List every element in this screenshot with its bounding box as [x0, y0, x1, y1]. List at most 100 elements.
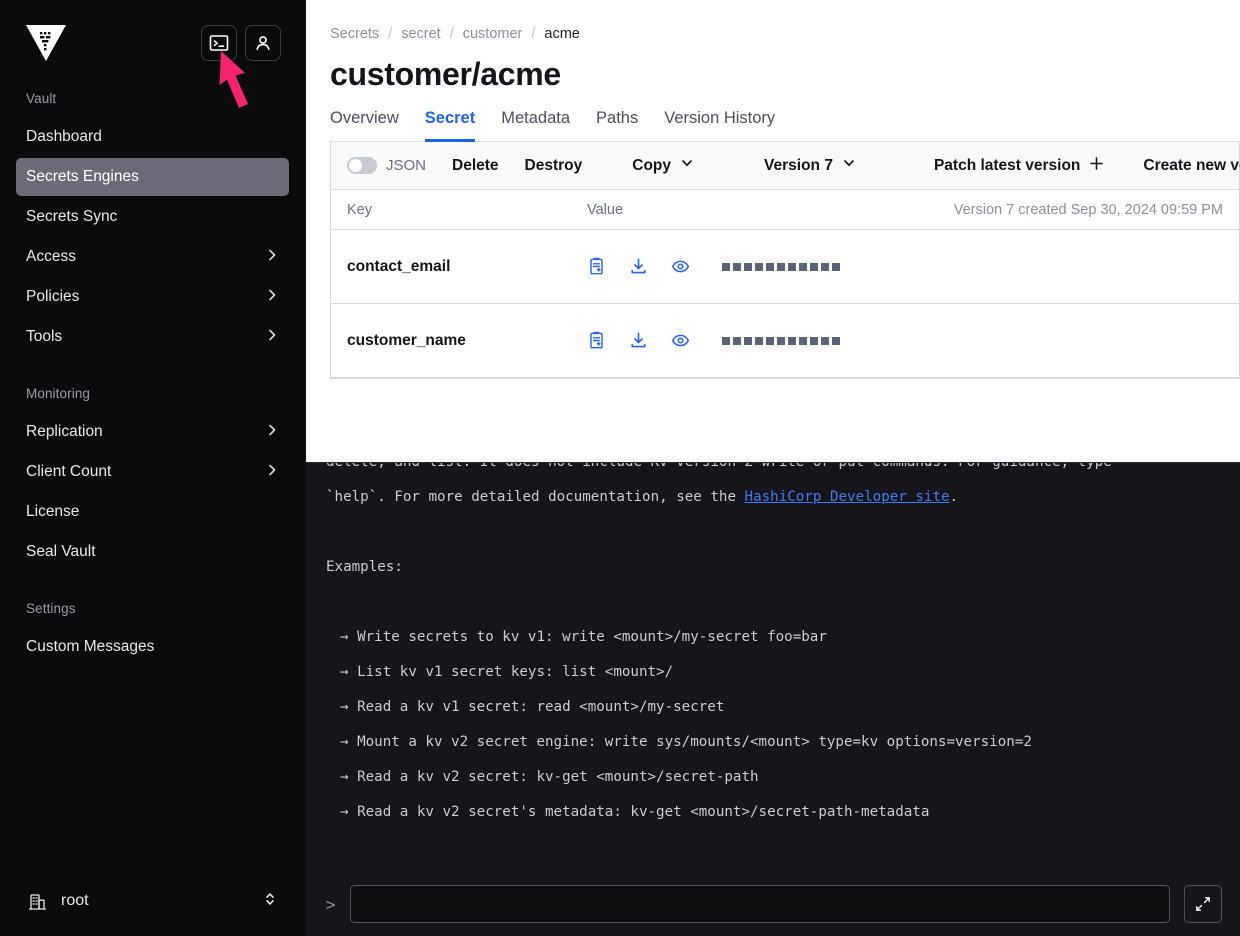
table-row: customer_name [331, 304, 1239, 378]
sidebar-item-client-count[interactable]: Client Count [16, 453, 289, 491]
sidebar-section-label-vault: Vault [26, 91, 57, 106]
sidebar-item-label: Dashboard [26, 128, 102, 145]
console-toggle-button[interactable] [201, 24, 237, 61]
version-created-info: Version 7 created Sep 30, 2024 09:59 PM [953, 201, 1223, 218]
console-example-line: → Read a kv v1 secret: read <mount>/my-s… [340, 699, 725, 715]
namespace-label: root [61, 892, 89, 909]
masked-value [722, 262, 840, 271]
sidebar-item-license[interactable]: License [16, 493, 289, 531]
console-example-line: → Read a kv v2 secret's metadata: kv-get… [340, 804, 930, 820]
sidebar-item-policies[interactable]: Policies [16, 278, 289, 316]
sidebar-item-replication[interactable]: Replication [16, 413, 289, 451]
column-header-value: Value [587, 201, 624, 218]
breadcrumb: Secrets / secret / customer / acme [306, 0, 1240, 42]
column-header-key: Key [347, 201, 372, 218]
download-icon[interactable] [629, 331, 648, 350]
chevron-updown-icon [263, 890, 277, 913]
user-menu-button[interactable] [245, 24, 281, 61]
copy-button-label: Copy [632, 156, 672, 174]
row-actions [587, 257, 690, 276]
sidebar-item-label: Secrets Engines [26, 168, 139, 185]
copy-dropdown-button[interactable]: Copy [632, 156, 694, 175]
json-toggle[interactable] [347, 157, 377, 174]
breadcrumb-item-secrets[interactable]: Secrets [330, 26, 379, 42]
sidebar-item-label: Custom Messages [26, 638, 155, 655]
chevron-down-icon [680, 156, 694, 175]
destroy-button[interactable]: Destroy [525, 157, 583, 175]
console-example-line: → Read a kv v2 secret: kv-get <mount>/se… [340, 769, 759, 785]
console-line-suffix: . [949, 489, 959, 505]
sidebar-item-seal-vault[interactable]: Seal Vault [16, 533, 289, 571]
eye-icon[interactable] [671, 257, 690, 276]
console-input-prompt: > [326, 894, 336, 914]
app-root: Vault Dashboard Secrets Engines Secrets … [0, 0, 1240, 936]
tab-version-history[interactable]: Version History [664, 109, 775, 142]
download-icon[interactable] [629, 257, 648, 276]
console-command-line: > vault write secret/config max_versions… [326, 865, 1220, 872]
patch-latest-version-button[interactable]: Patch latest version [934, 156, 1104, 176]
copy-icon[interactable] [587, 257, 606, 276]
sidebar-section-label-monitoring: Monitoring [26, 386, 91, 401]
chevron-down-icon [842, 156, 856, 175]
chevron-right-icon [265, 248, 279, 267]
console-line: `help`. For more detailed documentation,… [326, 480, 1220, 515]
secret-key-label: customer_name [347, 331, 466, 349]
sidebar-item-label: Seal Vault [26, 543, 96, 560]
json-toggle-label: JSON [386, 157, 427, 174]
copy-icon[interactable] [587, 331, 606, 350]
sidebar-item-tools[interactable]: Tools [16, 318, 289, 356]
sidebar-item-label: Replication [26, 423, 103, 440]
console-line: delete, and list. It does not include KV… [326, 463, 1220, 480]
version-button-label: Version 7 [764, 156, 833, 174]
breadcrumb-item-customer[interactable]: customer [463, 26, 523, 42]
chevron-right-icon [265, 328, 279, 347]
console-input[interactable] [349, 885, 1170, 923]
delete-button[interactable]: Delete [452, 157, 499, 175]
sidebar-item-label: Policies [26, 288, 80, 305]
version-dropdown-button[interactable]: Version 7 [764, 156, 856, 175]
breadcrumb-item-secret[interactable]: secret [401, 26, 441, 42]
sidebar-section-label-settings: Settings [26, 601, 76, 616]
sidebar-item-secrets-sync[interactable]: Secrets Sync [16, 198, 289, 236]
console-example-line: → Write secrets to kv v1: write <mount>/… [340, 629, 827, 645]
sidebar-item-access[interactable]: Access [16, 238, 289, 276]
create-new-version-button[interactable]: Create new version [1143, 156, 1240, 176]
main-content: Secrets / secret / customer / acme custo… [306, 0, 1240, 936]
masked-value [722, 336, 840, 345]
secret-panel: JSON Delete Destroy Copy Version 7 Patch… [330, 142, 1240, 379]
breadcrumb-separator: / [388, 26, 393, 42]
sidebar-item-label: Tools [26, 328, 63, 345]
page-title: customer/acme [330, 56, 561, 92]
tab-secret[interactable]: Secret [424, 109, 476, 142]
eye-icon[interactable] [671, 331, 690, 350]
hashicorp-developer-link[interactable]: HashiCorp Developer site [745, 489, 950, 505]
secret-toolbar: JSON Delete Destroy Copy Version 7 Patch… [331, 142, 1240, 190]
chevron-right-icon [265, 463, 279, 482]
tab-bar: Overview Secret Metadata Paths Version H… [306, 93, 1240, 142]
sidebar-item-custom-messages[interactable]: Custom Messages [16, 628, 289, 666]
chevron-right-icon [265, 423, 279, 442]
vault-logo[interactable] [24, 23, 68, 63]
console-output[interactable]: delete, and list. It does not include KV… [306, 463, 1240, 872]
chevron-right-icon [265, 288, 279, 307]
namespace-picker[interactable]: root [16, 874, 289, 928]
breadcrumb-separator: / [531, 26, 536, 42]
sidebar-item-label: Secrets Sync [26, 208, 118, 225]
plus-icon [1089, 156, 1104, 176]
tab-paths[interactable]: Paths [596, 109, 638, 142]
sidebar-item-dashboard[interactable]: Dashboard [16, 118, 289, 156]
tab-metadata[interactable]: Metadata [501, 109, 570, 142]
sidebar-header-actions [201, 24, 281, 61]
org-building-icon [28, 892, 47, 911]
tab-overview[interactable]: Overview [330, 109, 399, 142]
sidebar-item-label: License [26, 503, 80, 520]
table-row: contact_email [331, 230, 1239, 304]
destroy-button-label: Destroy [524, 156, 583, 174]
patch-button-label: Patch latest version [933, 156, 1081, 174]
sidebar-item-secrets-engines[interactable]: Secrets Engines [16, 158, 289, 196]
fullscreen-icon[interactable] [1184, 885, 1222, 923]
